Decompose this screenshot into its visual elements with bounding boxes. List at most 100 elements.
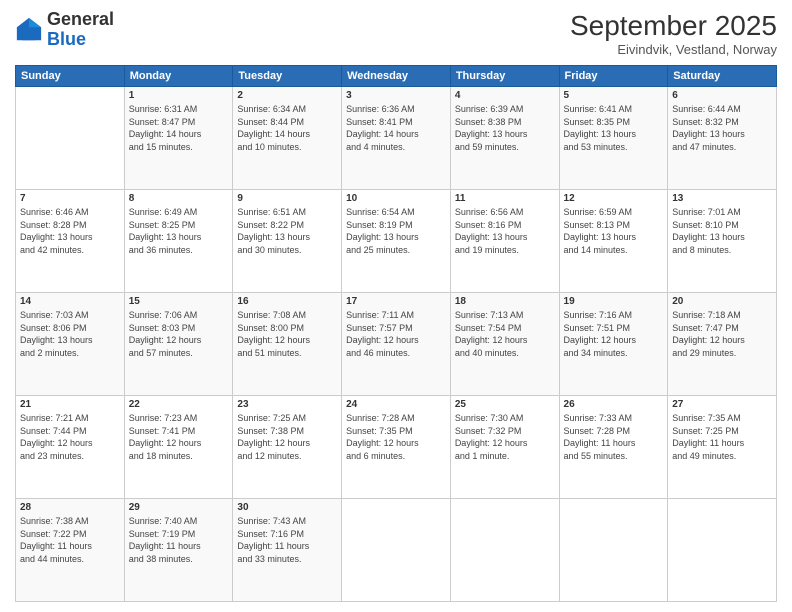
day-number: 9	[237, 193, 337, 204]
day-number: 4	[455, 90, 555, 101]
calendar-cell: 6Sunrise: 6:44 AM Sunset: 8:32 PM Daylig…	[668, 87, 777, 190]
calendar-week-4: 28 Sunrise: 7:38 AM Sunset: 7:22 PM Dayli…	[16, 499, 777, 602]
header-thursday: Thursday	[450, 66, 559, 87]
calendar-cell	[16, 87, 125, 190]
day-info: Sunrise: 7:35 AM Sunset: 7:25 PM Dayligh…	[672, 412, 772, 462]
day-info: Sunrise: 6:51 AM Sunset: 8:22 PM Dayligh…	[237, 206, 337, 256]
day-info: Sunrise: 7:06 AM Sunset: 8:03 PM Dayligh…	[129, 309, 229, 359]
calendar-cell: 18 Sunrise: 7:13 AM Sunset: 7:54 PM Dayli…	[450, 293, 559, 396]
day-number: 7	[20, 193, 120, 204]
calendar-cell: 21 Sunrise: 7:21 AM Sunset: 7:44 PM Dayli…	[16, 396, 125, 499]
calendar-cell: 27Sunrise: 7:35 AM Sunset: 7:25 PM Dayli…	[668, 396, 777, 499]
calendar-week-2: 14 Sunrise: 7:03 AM Sunset: 8:06 PM Dayli…	[16, 293, 777, 396]
day-number: 24	[346, 399, 446, 410]
day-info: Sunrise: 6:46 AM Sunset: 8:28 PM Dayligh…	[20, 206, 120, 256]
calendar-cell: 2 Sunrise: 6:34 AM Sunset: 8:44 PM Daylig…	[233, 87, 342, 190]
calendar-cell: 15 Sunrise: 7:06 AM Sunset: 8:03 PM Dayli…	[124, 293, 233, 396]
day-number: 23	[237, 399, 337, 410]
day-number: 5	[564, 90, 664, 101]
day-info: Sunrise: 6:54 AM Sunset: 8:19 PM Dayligh…	[346, 206, 446, 256]
calendar-cell: 14 Sunrise: 7:03 AM Sunset: 8:06 PM Dayli…	[16, 293, 125, 396]
day-info: Sunrise: 7:28 AM Sunset: 7:35 PM Dayligh…	[346, 412, 446, 462]
day-number: 21	[20, 399, 120, 410]
day-info: Sunrise: 7:43 AM Sunset: 7:16 PM Dayligh…	[237, 515, 337, 565]
calendar-cell: 29 Sunrise: 7:40 AM Sunset: 7:19 PM Dayli…	[124, 499, 233, 602]
calendar-cell: 13 Sunrise: 7:01 AM Sunset: 8:10 PM Dayli…	[668, 190, 777, 293]
day-info: Sunrise: 7:03 AM Sunset: 8:06 PM Dayligh…	[20, 309, 120, 359]
calendar-cell: 23 Sunrise: 7:25 AM Sunset: 7:38 PM Dayli…	[233, 396, 342, 499]
day-number: 13	[672, 193, 772, 204]
day-info: Sunrise: 6:36 AM Sunset: 8:41 PM Dayligh…	[346, 103, 446, 153]
calendar-cell: 11 Sunrise: 6:56 AM Sunset: 8:16 PM Dayli…	[450, 190, 559, 293]
logo-general-text: General	[47, 9, 114, 29]
day-number: 29	[129, 502, 229, 513]
calendar-cell	[668, 499, 777, 602]
calendar-cell: 24 Sunrise: 7:28 AM Sunset: 7:35 PM Dayli…	[342, 396, 451, 499]
calendar-cell: 7 Sunrise: 6:46 AM Sunset: 8:28 PM Daylig…	[16, 190, 125, 293]
day-number: 19	[564, 296, 664, 307]
day-info: Sunrise: 6:31 AM Sunset: 8:47 PM Dayligh…	[129, 103, 229, 153]
header-friday: Friday	[559, 66, 668, 87]
day-info: Sunrise: 7:25 AM Sunset: 7:38 PM Dayligh…	[237, 412, 337, 462]
day-info: Sunrise: 7:01 AM Sunset: 8:10 PM Dayligh…	[672, 206, 772, 256]
day-number: 20	[672, 296, 772, 307]
day-number: 3	[346, 90, 446, 101]
day-number: 18	[455, 296, 555, 307]
day-info: Sunrise: 6:59 AM Sunset: 8:13 PM Dayligh…	[564, 206, 664, 256]
day-info: Sunrise: 7:11 AM Sunset: 7:57 PM Dayligh…	[346, 309, 446, 359]
day-info: Sunrise: 6:34 AM Sunset: 8:44 PM Dayligh…	[237, 103, 337, 153]
calendar-cell	[450, 499, 559, 602]
calendar-cell: 20 Sunrise: 7:18 AM Sunset: 7:47 PM Dayli…	[668, 293, 777, 396]
header-wednesday: Wednesday	[342, 66, 451, 87]
day-info: Sunrise: 7:40 AM Sunset: 7:19 PM Dayligh…	[129, 515, 229, 565]
day-number: 1	[129, 90, 229, 101]
day-number: 16	[237, 296, 337, 307]
day-info: Sunrise: 7:08 AM Sunset: 8:00 PM Dayligh…	[237, 309, 337, 359]
day-info: Sunrise: 6:56 AM Sunset: 8:16 PM Dayligh…	[455, 206, 555, 256]
calendar-cell: 9 Sunrise: 6:51 AM Sunset: 8:22 PM Daylig…	[233, 190, 342, 293]
logo-blue-text: Blue	[47, 29, 86, 49]
calendar-cell: 22Sunrise: 7:23 AM Sunset: 7:41 PM Dayli…	[124, 396, 233, 499]
calendar-cell: 3 Sunrise: 6:36 AM Sunset: 8:41 PM Daylig…	[342, 87, 451, 190]
calendar-week-3: 21 Sunrise: 7:21 AM Sunset: 7:44 PM Dayli…	[16, 396, 777, 499]
calendar-cell: 8Sunrise: 6:49 AM Sunset: 8:25 PM Daylig…	[124, 190, 233, 293]
day-number: 8	[129, 193, 229, 204]
calendar-cell	[342, 499, 451, 602]
day-number: 25	[455, 399, 555, 410]
header-tuesday: Tuesday	[233, 66, 342, 87]
day-number: 14	[20, 296, 120, 307]
location: Eivindvik, Vestland, Norway	[570, 42, 777, 57]
day-info: Sunrise: 6:41 AM Sunset: 8:35 PM Dayligh…	[564, 103, 664, 153]
header-saturday: Saturday	[668, 66, 777, 87]
calendar-cell: 4Sunrise: 6:39 AM Sunset: 8:38 PM Daylig…	[450, 87, 559, 190]
day-info: Sunrise: 7:13 AM Sunset: 7:54 PM Dayligh…	[455, 309, 555, 359]
calendar-cell: 25Sunrise: 7:30 AM Sunset: 7:32 PM Dayli…	[450, 396, 559, 499]
header: General Blue September 2025 Eivindvik, V…	[15, 10, 777, 57]
calendar-cell: 17 Sunrise: 7:11 AM Sunset: 7:57 PM Dayli…	[342, 293, 451, 396]
calendar-week-0: 1 Sunrise: 6:31 AM Sunset: 8:47 PM Daylig…	[16, 87, 777, 190]
day-info: Sunrise: 7:33 AM Sunset: 7:28 PM Dayligh…	[564, 412, 664, 462]
calendar-cell: 26Sunrise: 7:33 AM Sunset: 7:28 PM Dayli…	[559, 396, 668, 499]
day-number: 30	[237, 502, 337, 513]
day-number: 17	[346, 296, 446, 307]
calendar-cell: 28 Sunrise: 7:38 AM Sunset: 7:22 PM Dayli…	[16, 499, 125, 602]
calendar-week-1: 7 Sunrise: 6:46 AM Sunset: 8:28 PM Daylig…	[16, 190, 777, 293]
day-info: Sunrise: 6:44 AM Sunset: 8:32 PM Dayligh…	[672, 103, 772, 153]
day-info: Sunrise: 7:38 AM Sunset: 7:22 PM Dayligh…	[20, 515, 120, 565]
header-row: Sunday Monday Tuesday Wednesday Thursday…	[16, 66, 777, 87]
day-info: Sunrise: 7:18 AM Sunset: 7:47 PM Dayligh…	[672, 309, 772, 359]
day-number: 28	[20, 502, 120, 513]
logo-icon	[15, 16, 43, 44]
day-info: Sunrise: 7:21 AM Sunset: 7:44 PM Dayligh…	[20, 412, 120, 462]
day-number: 2	[237, 90, 337, 101]
day-number: 15	[129, 296, 229, 307]
calendar-cell: 16 Sunrise: 7:08 AM Sunset: 8:00 PM Dayli…	[233, 293, 342, 396]
calendar-cell	[559, 499, 668, 602]
calendar-cell: 19 Sunrise: 7:16 AM Sunset: 7:51 PM Dayli…	[559, 293, 668, 396]
day-info: Sunrise: 7:16 AM Sunset: 7:51 PM Dayligh…	[564, 309, 664, 359]
calendar-cell: 10Sunrise: 6:54 AM Sunset: 8:19 PM Dayli…	[342, 190, 451, 293]
calendar-cell: 1 Sunrise: 6:31 AM Sunset: 8:47 PM Daylig…	[124, 87, 233, 190]
day-number: 12	[564, 193, 664, 204]
day-number: 11	[455, 193, 555, 204]
calendar-cell: 5 Sunrise: 6:41 AM Sunset: 8:35 PM Daylig…	[559, 87, 668, 190]
